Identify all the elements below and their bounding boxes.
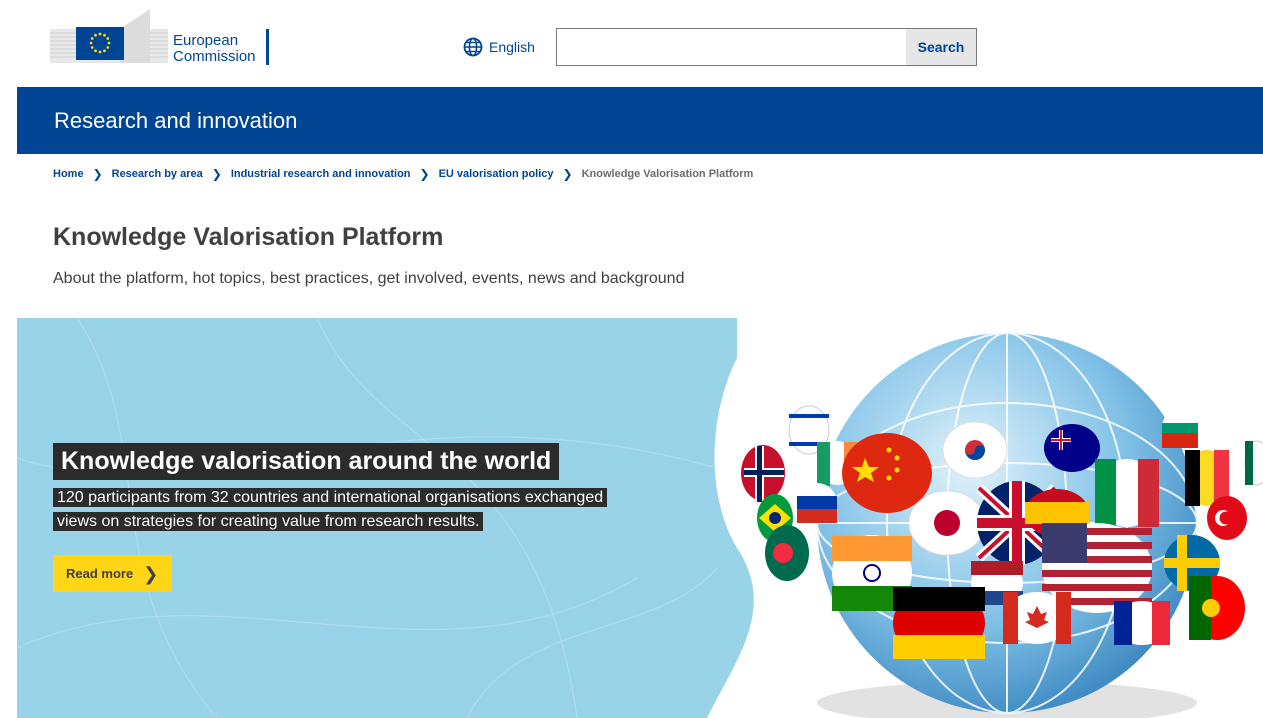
logo-text-line2: Commission bbox=[173, 48, 256, 65]
search-form: Search bbox=[556, 28, 977, 66]
site-title[interactable]: Research and innovation bbox=[54, 108, 297, 134]
chevron-right-icon: ❯ bbox=[562, 167, 573, 181]
breadcrumb-home[interactable]: Home bbox=[53, 168, 84, 180]
breadcrumb-eu-valorisation-policy[interactable]: EU valorisation policy bbox=[439, 168, 554, 180]
chevron-right-icon: ❯ bbox=[92, 167, 103, 181]
breadcrumb-current: Knowledge Valorisation Platform bbox=[581, 168, 754, 180]
breadcrumb-research-by-area[interactable]: Research by area bbox=[112, 168, 203, 180]
read-more-label: Read more bbox=[66, 566, 134, 581]
breadcrumb: Home ❯ Research by area ❯ Industrial res… bbox=[53, 167, 753, 181]
chevron-right-icon: ❯ bbox=[211, 167, 222, 181]
site-header: European Commission English Search bbox=[0, 0, 1263, 87]
globe-icon bbox=[463, 37, 483, 57]
site-name-bar: Research and innovation bbox=[17, 87, 1263, 154]
page-title: Knowledge Valorisation Platform bbox=[53, 223, 444, 251]
banner-text: 120 participants from 32 countries and i… bbox=[53, 486, 653, 534]
language-label: English bbox=[489, 39, 535, 55]
european-commission-logo[interactable]: European Commission bbox=[50, 7, 280, 67]
banner-text-line2: views on strategies for creating value f… bbox=[53, 512, 484, 531]
banner-text-line1: 120 participants from 32 countries and i… bbox=[53, 488, 608, 507]
chevron-right-icon: ❯ bbox=[419, 167, 430, 181]
chevron-right-icon: ❯ bbox=[143, 563, 159, 584]
search-button[interactable]: Search bbox=[906, 29, 976, 65]
logo-text-line1: European bbox=[173, 32, 238, 49]
read-more-button[interactable]: Read more ❯ bbox=[53, 555, 172, 592]
breadcrumb-industrial-research[interactable]: Industrial research and innovation bbox=[231, 168, 411, 180]
hero-banner: Knowledge valorisation around the world … bbox=[17, 318, 1263, 718]
language-selector[interactable]: English bbox=[463, 37, 535, 57]
search-input[interactable] bbox=[557, 29, 906, 65]
banner-title: Knowledge valorisation around the world bbox=[53, 443, 560, 480]
page-subtitle: About the platform, hot topics, best pra… bbox=[53, 270, 685, 287]
